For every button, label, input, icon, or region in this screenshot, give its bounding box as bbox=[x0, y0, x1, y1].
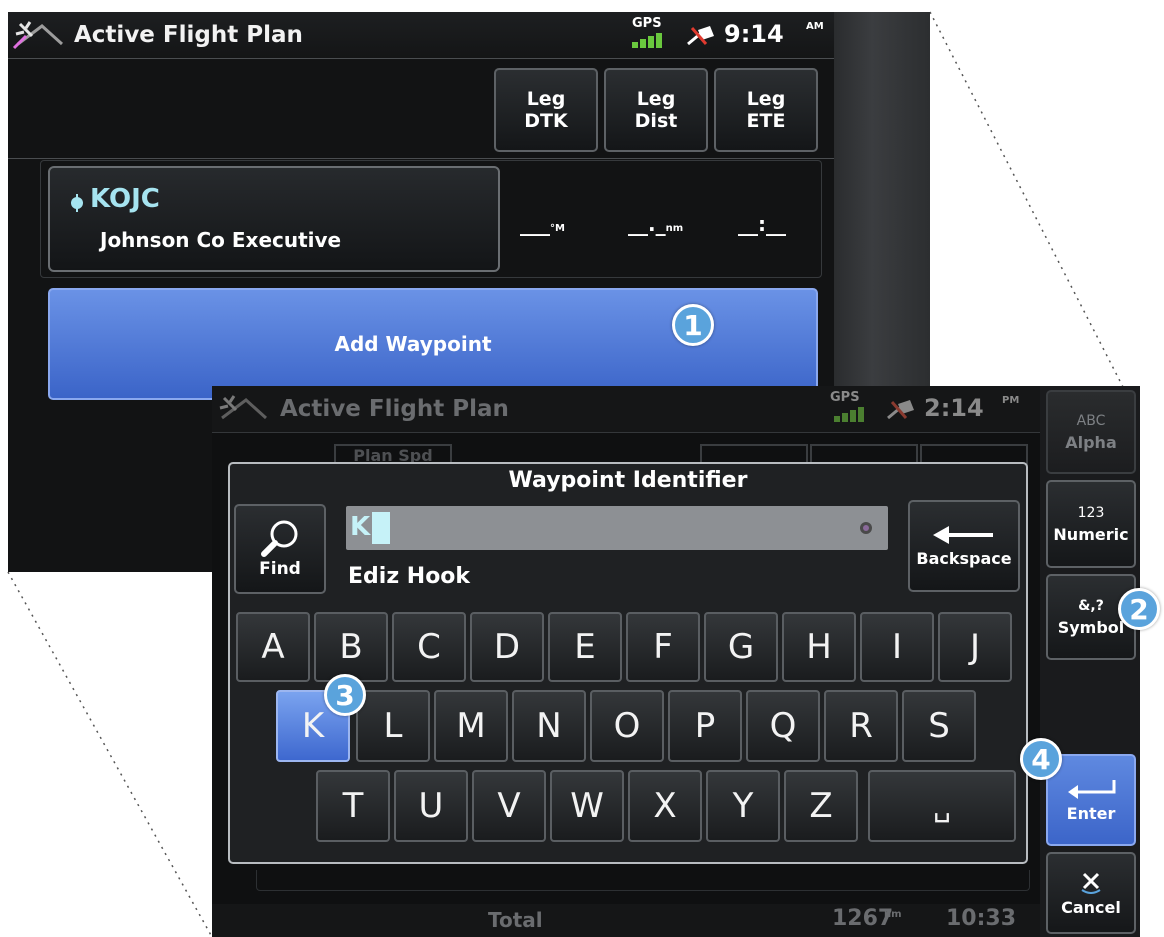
key-p[interactable]: P bbox=[668, 690, 742, 762]
list-edge bbox=[256, 870, 1030, 891]
leg-ete-value: __:__ bbox=[738, 212, 786, 236]
symbol-icon: &,? bbox=[1078, 597, 1104, 614]
key-g[interactable]: G bbox=[704, 612, 778, 682]
numeric-icon: 123 bbox=[1077, 504, 1105, 521]
leg-dtk-value: ___°M bbox=[520, 212, 565, 236]
abc-icon: ABC bbox=[1076, 412, 1106, 429]
page-title: Active Flight Plan bbox=[280, 396, 509, 422]
key-s[interactable]: S bbox=[902, 690, 976, 762]
find-button[interactable]: Find bbox=[234, 504, 326, 594]
dialog-title: Waypoint Identifier bbox=[508, 468, 748, 493]
key-e[interactable]: E bbox=[548, 612, 622, 682]
clock-ampm: PM bbox=[1002, 395, 1020, 406]
enter-arrow-icon bbox=[1068, 779, 1116, 799]
key-z[interactable]: Z bbox=[784, 770, 858, 842]
key-t[interactable]: T bbox=[316, 770, 390, 842]
key-r[interactable]: R bbox=[824, 690, 898, 762]
identifier-input[interactable]: K bbox=[346, 506, 888, 550]
callout-4: 4 bbox=[1020, 738, 1062, 780]
callout-1: 1 bbox=[672, 304, 714, 346]
text-cursor bbox=[372, 512, 390, 544]
key-j[interactable]: J bbox=[938, 612, 1012, 682]
power-plug-icon bbox=[687, 26, 714, 46]
key-c[interactable]: C bbox=[392, 612, 466, 682]
alpha-button[interactable]: ABC Alpha bbox=[1046, 390, 1136, 474]
cancel-icon bbox=[1081, 872, 1101, 894]
clock-ampm: AM bbox=[806, 21, 824, 32]
title-bar: Active Flight Plan GPS 9:14 AM bbox=[8, 12, 834, 59]
numeric-button[interactable]: 123 Numeric bbox=[1046, 480, 1136, 568]
airplane-route-icon bbox=[219, 395, 268, 420]
vor-icon bbox=[860, 522, 872, 534]
waypoint-name: Johnson Co Executive bbox=[100, 228, 342, 252]
clock-time: 2:14 bbox=[924, 394, 984, 422]
key-i[interactable]: I bbox=[860, 612, 934, 682]
page-title: Active Flight Plan bbox=[74, 22, 303, 48]
key-d[interactable]: D bbox=[470, 612, 544, 682]
arrow-left-icon bbox=[933, 526, 993, 544]
key-b[interactable]: B bbox=[314, 612, 388, 682]
gps-signal-icon: GPS bbox=[628, 16, 670, 52]
key-f[interactable]: F bbox=[626, 612, 700, 682]
key-v[interactable]: V bbox=[472, 770, 546, 842]
footer-total-label: Total bbox=[488, 908, 543, 932]
waypoint-ident: KOJC bbox=[90, 184, 160, 214]
leg-ete-button[interactable]: Leg ETE bbox=[714, 68, 818, 152]
cancel-button[interactable]: Cancel bbox=[1046, 852, 1136, 934]
waypoint-kojc-button[interactable]: KOJC Johnson Co Executive bbox=[48, 166, 500, 272]
key-w[interactable]: W bbox=[550, 770, 624, 842]
leg-dist-button[interactable]: Leg Dist bbox=[604, 68, 708, 152]
key-o[interactable]: O bbox=[590, 690, 664, 762]
key-l[interactable]: L bbox=[356, 690, 430, 762]
footer-bar: Total 1267 nm 10:33 bbox=[212, 904, 1040, 937]
leg-dtk-button[interactable]: Leg DTK bbox=[494, 68, 598, 152]
clock-time: 9:14 bbox=[724, 20, 784, 48]
key-h[interactable]: H bbox=[782, 612, 856, 682]
backspace-button[interactable]: Backspace bbox=[908, 500, 1020, 592]
callout-2: 2 bbox=[1118, 588, 1160, 630]
callout-3: 3 bbox=[324, 674, 366, 716]
key-n[interactable]: N bbox=[512, 690, 586, 762]
footer-distance-unit: nm bbox=[884, 909, 902, 920]
key-space[interactable]: ␣ bbox=[868, 770, 1016, 842]
title-bar-dimmed: Active Flight Plan GPS 2:14 PM bbox=[212, 386, 1040, 433]
gps-signal-icon: GPS bbox=[828, 390, 870, 426]
identifier-suggestion: Ediz Hook bbox=[348, 564, 471, 589]
magnifier-icon bbox=[261, 520, 298, 557]
add-waypoint-button[interactable]: Add Waypoint bbox=[48, 288, 818, 400]
key-y[interactable]: Y bbox=[706, 770, 780, 842]
airplane-route-icon bbox=[12, 21, 64, 50]
key-m[interactable]: M bbox=[434, 690, 508, 762]
key-u[interactable]: U bbox=[394, 770, 468, 842]
power-plug-icon bbox=[887, 400, 914, 420]
key-x[interactable]: X bbox=[628, 770, 702, 842]
key-q[interactable]: Q bbox=[746, 690, 820, 762]
divider bbox=[8, 158, 834, 159]
identifier-input-value: K bbox=[350, 512, 371, 542]
footer-time: 10:33 bbox=[946, 906, 1017, 931]
key-a[interactable]: A bbox=[236, 612, 310, 682]
leg-dist-value: __._nm bbox=[628, 212, 684, 236]
airport-icon bbox=[71, 194, 83, 212]
